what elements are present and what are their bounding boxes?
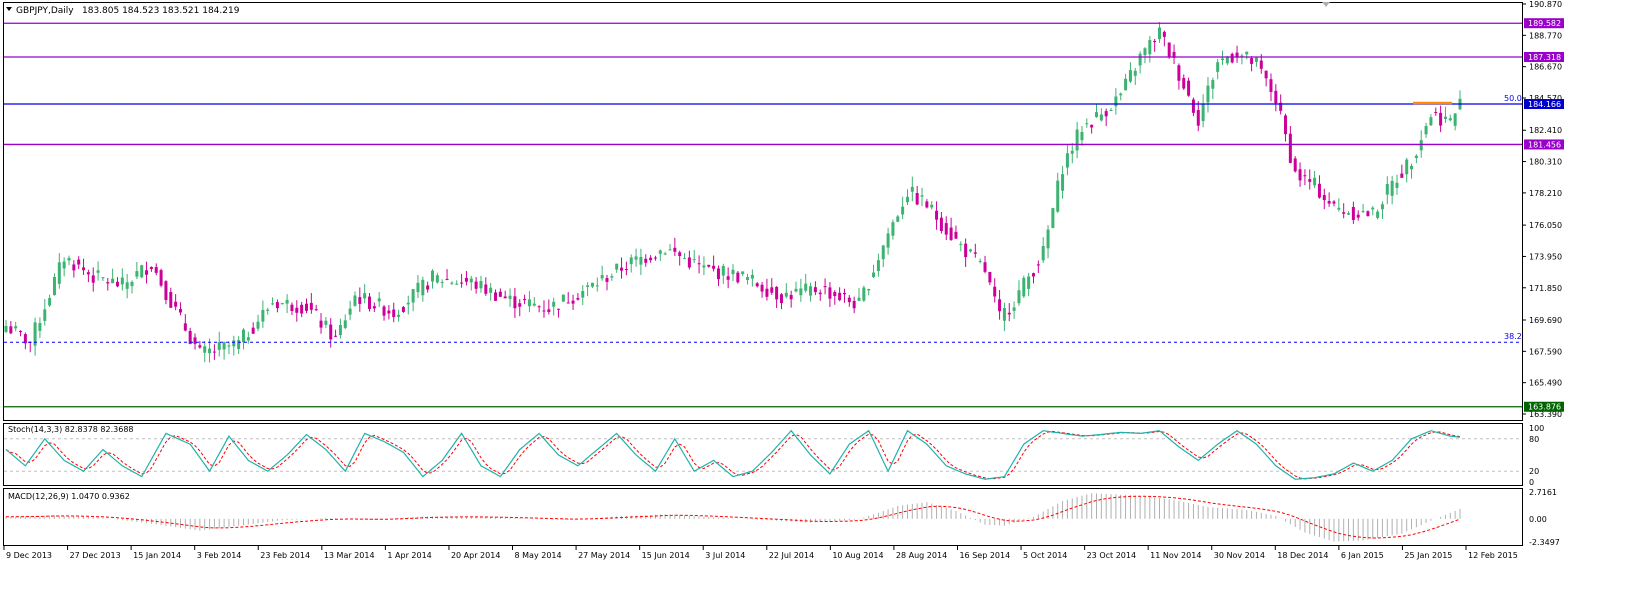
level-price-tag: 189.582 [1524, 18, 1564, 29]
svg-text:163.876: 163.876 [1528, 403, 1561, 412]
date-tick-label: 3 Jul 2014 [705, 551, 745, 560]
fibo-label: 50.0 [1504, 94, 1522, 103]
date-tick-label: 9 Dec 2013 [6, 551, 52, 560]
date-tick-label: 12 Feb 2015 [1468, 551, 1518, 560]
date-tick-label: 27 Dec 2013 [70, 551, 121, 560]
candle [1051, 207, 1055, 229]
price-tick-label: 176.050 [1529, 221, 1562, 230]
candle [1293, 156, 1297, 173]
price-tick-label: 186.670 [1529, 63, 1562, 72]
date-tick-label: 28 Aug 2014 [896, 551, 947, 560]
candle [1230, 52, 1234, 64]
date-tick-label: 15 Jan 2014 [133, 551, 181, 560]
price-tick-label: 171.850 [1529, 284, 1562, 293]
date-tick-label: 22 Jul 2014 [769, 551, 814, 560]
candle [1022, 275, 1026, 298]
trading-chart-window[interactable]: 50.0 38.2 190.870 188.770 186.670 184.570 182… [0, 0, 1634, 589]
date-tick-label: 13 Mar 2014 [324, 551, 375, 560]
level-price-tag: 181.456 [1524, 139, 1564, 150]
stoch-tick-label: 0 [1529, 478, 1534, 487]
svg-text:184.166: 184.166 [1528, 100, 1561, 109]
candle [159, 268, 163, 288]
date-axis: 9 Dec 2013 27 Dec 2013 15 Jan 2014 3 Feb 20… [3, 546, 1518, 560]
date-tick-label: 8 May 2014 [515, 551, 562, 560]
date-tick-label: 18 Dec 2014 [1277, 551, 1328, 560]
date-tick-label: 6 Jan 2015 [1341, 551, 1384, 560]
date-tick-label: 5 Oct 2014 [1023, 551, 1067, 560]
date-tick-label: 30 Nov 2014 [1214, 551, 1265, 560]
macd-tick-label: 2.7161 [1529, 488, 1557, 497]
candle [561, 294, 565, 302]
level-price-tag: 184.166 [1524, 99, 1564, 110]
stoch-label: Stoch(14,3,3) 82.8378 82.3688 [8, 425, 134, 434]
price-axis: 190.870188.770186.670184.570182.410180.3… [1522, 0, 1562, 419]
price-tick-label: 190.870 [1529, 0, 1562, 9]
stoch-tick-label: 100 [1529, 424, 1544, 433]
svg-text:189.582: 189.582 [1528, 19, 1561, 28]
level-price-tag: 163.876 [1524, 401, 1564, 412]
date-tick-label: 15 Jun 2014 [642, 551, 690, 560]
level-price-tag: 187.318 [1524, 51, 1564, 62]
date-tick-label: 27 May 2014 [578, 551, 630, 560]
date-tick-label: 25 Jan 2015 [1404, 551, 1452, 560]
candle [1366, 210, 1370, 217]
date-tick-label: 1 Apr 2014 [387, 551, 431, 560]
date-tick-label: 23 Oct 2014 [1087, 551, 1136, 560]
price-tick-label: 180.310 [1529, 158, 1562, 167]
candle [140, 264, 144, 279]
stoch-panel[interactable] [3, 423, 1523, 486]
price-tick-label: 167.590 [1529, 347, 1562, 356]
symbol-label: GBPJPY,Daily [16, 6, 74, 16]
date-tick-label: 20 Apr 2014 [451, 551, 500, 560]
price-tick-label: 178.210 [1529, 189, 1562, 198]
date-tick-label: 3 Feb 2014 [197, 551, 242, 560]
price-tick-label: 173.950 [1529, 252, 1562, 261]
fibo-label: 38.2 [1504, 332, 1522, 341]
stoch-tick-label: 80 [1529, 435, 1539, 444]
date-tick-label: 11 Nov 2014 [1150, 551, 1201, 560]
price-tick-label: 165.490 [1529, 379, 1562, 388]
chart-canvas[interactable]: 50.038.2 190.870188.770186.670184.570182… [0, 0, 1634, 589]
price-tick-label: 188.770 [1529, 31, 1562, 40]
date-tick-label: 10 Aug 2014 [832, 551, 883, 560]
svg-text:181.456: 181.456 [1528, 140, 1561, 149]
macd-panel[interactable] [3, 488, 1523, 546]
macd-tick-label: 0.00 [1529, 515, 1547, 524]
price-tick-label: 169.690 [1529, 316, 1562, 325]
candle [862, 285, 866, 302]
ohlc-values: 183.805 184.523 183.521 184.219 [82, 6, 240, 16]
date-tick-label: 16 Sep 2014 [959, 551, 1010, 560]
candle [736, 270, 740, 284]
price-panel[interactable] [3, 2, 1523, 421]
date-tick-label: 23 Feb 2014 [260, 551, 310, 560]
svg-text:187.318: 187.318 [1528, 53, 1561, 62]
price-tick-label: 182.410 [1529, 126, 1562, 135]
stoch-tick-label: 20 [1529, 467, 1539, 476]
macd-tick-label: -2.3497 [1529, 538, 1560, 547]
macd-label: MACD(12,26,9) 1.0470 0.9362 [8, 492, 130, 501]
